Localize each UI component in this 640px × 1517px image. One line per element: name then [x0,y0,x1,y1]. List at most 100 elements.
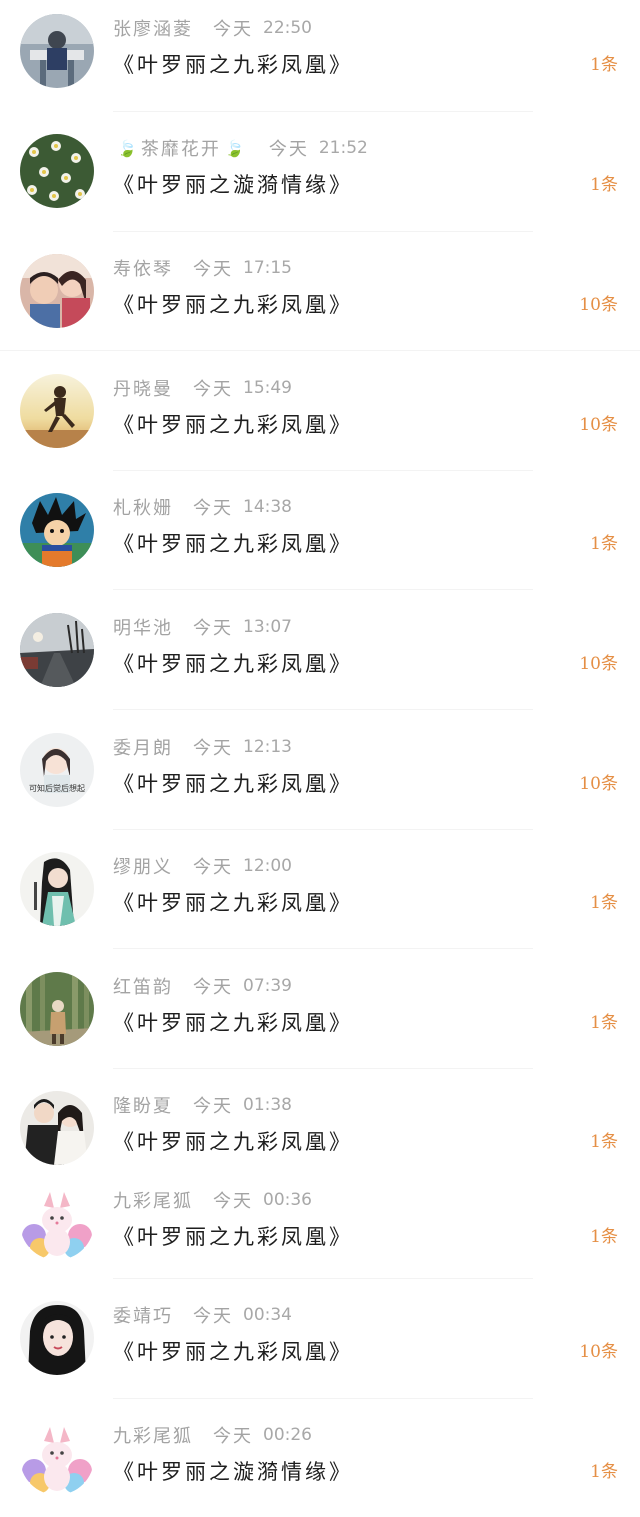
book-title: 《叶罗丽之九彩凤凰》 [113,293,353,317]
sender-name: 委靖巧 [113,1306,173,1327]
timestamp: 21:52 [318,138,368,158]
avatar[interactable] [20,852,94,926]
avatar[interactable] [20,613,94,687]
row-divider [0,350,640,351]
row-divider [113,1398,533,1399]
avatar-couple [20,1091,94,1165]
book-title: 《叶罗丽之九彩凤凰》 [113,53,353,77]
comment-count: 10条 [579,415,618,435]
avatar-girl-caption: 可知后觉后想起 [20,733,94,807]
timestamp: 12:13 [243,737,292,757]
timestamp: 17:15 [243,258,292,278]
row-divider [113,1068,533,1069]
row-divider [113,948,533,949]
day-label: 今天 [193,1306,233,1327]
timestamp: 13:07 [243,617,292,637]
comment-count: 1条 [590,1013,618,1033]
row-divider [113,111,533,112]
avatar[interactable] [20,254,94,328]
book-title: 《叶罗丽之漩漪情缘》 [113,1460,353,1484]
sender-name: 茶靡花开 [140,139,221,160]
avatar[interactable] [20,972,94,1046]
comment-count: 1条 [590,1132,618,1152]
book-title: 《叶罗丽之九彩凤凰》 [113,772,353,796]
book-title: 《叶罗丽之漩漪情缘》 [113,173,353,197]
comment-count: 1条 [590,175,618,195]
avatar-ancient-style [20,852,94,926]
list-item[interactable]: 明华池 今天 13:07 《叶罗丽之九彩凤凰》 10条 [0,613,640,709]
avatar[interactable] [20,1186,94,1260]
list-item[interactable]: 隆盼夏 今天 01:38 《叶罗丽之九彩凤凰》 1条 [0,1091,640,1187]
book-title: 《叶罗丽之九彩凤凰》 [113,532,353,556]
sender-name: 红笛韵 [113,977,173,998]
avatar[interactable] [20,1421,94,1495]
sender-name: 隆盼夏 [113,1096,173,1117]
list-item[interactable]: 寿依琴 今天 17:15 《叶罗丽之九彩凤凰》 10条 [0,254,640,350]
avatar[interactable] [20,1091,94,1165]
day-label: 今天 [193,738,233,759]
timestamp: 12:00 [243,856,292,876]
avatar-road-sky [20,613,94,687]
comment-count: 1条 [590,1462,618,1482]
comment-count: 1条 [590,55,618,75]
avatar-photo-desk [20,14,94,88]
avatar[interactable] [20,14,94,88]
list-item[interactable]: 九彩尾狐 今天 00:26 《叶罗丽之漩漪情缘》 1条 [0,1421,640,1517]
sender-name: 张廖涵菱 [113,19,193,40]
timestamp: 00:34 [243,1305,292,1325]
list-item[interactable]: 红笛韵 今天 07:39 《叶罗丽之九彩凤凰》 1条 [0,972,640,1068]
row-divider [113,231,533,232]
book-title: 《叶罗丽之九彩凤凰》 [113,413,353,437]
row-divider [113,829,533,830]
sender-name: 九彩尾狐 [113,1191,193,1212]
list-item[interactable]: 札秋姗 今天 14:38 《叶罗丽之九彩凤凰》 1条 [0,493,640,589]
day-label: 今天 [193,618,233,639]
row-divider [113,589,533,590]
list-item[interactable]: 丹晓曼 今天 15:49 《叶罗丽之九彩凤凰》 10条 [0,374,640,470]
list-item[interactable]: 缪朋义 今天 12:00 《叶罗丽之九彩凤凰》 1条 [0,852,640,948]
comment-count: 10条 [579,1342,618,1362]
avatar[interactable]: 可知后觉后想起 [20,733,94,807]
comment-count: 1条 [590,534,618,554]
timestamp: 22:50 [263,18,312,38]
list-item[interactable]: 委靖巧 今天 00:34 《叶罗丽之九彩凤凰》 10条 [0,1301,640,1397]
row-divider [113,470,533,471]
book-title: 《叶罗丽之九彩凤凰》 [113,1011,353,1035]
avatar-forest-walker [20,972,94,1046]
sender-name: 札秋姗 [113,498,173,519]
sender-name: 缪朋义 [113,857,173,878]
avatar-runner-sunset [20,374,94,448]
day-label: 今天 [193,977,233,998]
timestamp: 00:36 [263,1190,312,1210]
comment-count: 10条 [579,654,618,674]
avatar-fox [20,1186,94,1260]
list-item[interactable]: 🍃 茶靡花开 🍃 今天 21:52 《叶罗丽之漩漪情缘》 1条 [0,134,640,230]
day-label: 今天 [268,139,309,160]
avatar-cartoon-boy [20,493,94,567]
avatar[interactable] [20,493,94,567]
day-label: 今天 [193,498,233,519]
avatar-dark-hair-girl [20,1301,94,1375]
day-label: 今天 [193,379,233,400]
list-item[interactable]: 九彩尾狐 今天 00:36 《叶罗丽之九彩凤凰》 1条 [0,1186,640,1282]
sender-name: 明华池 [113,618,173,639]
comment-count: 1条 [590,1227,618,1247]
avatar-mother-child [20,254,94,328]
avatar[interactable] [20,374,94,448]
list-item[interactable]: 可知后觉后想起 委月朗 今天 12:13 《叶罗丽之九彩凤凰》 10条 [0,733,640,829]
avatar[interactable] [20,134,94,208]
comment-count: 1条 [590,893,618,913]
timestamp: 07:39 [243,976,292,996]
avatar-fox [20,1421,94,1495]
avatar[interactable] [20,1301,94,1375]
book-title: 《叶罗丽之九彩凤凰》 [113,891,353,915]
sender-name: 丹晓曼 [113,379,173,400]
day-label: 今天 [213,1191,253,1212]
day-label: 今天 [193,1096,233,1117]
book-title: 《叶罗丽之九彩凤凰》 [113,1130,353,1154]
list-item[interactable]: 张廖涵菱 今天 22:50 《叶罗丽之九彩凤凰》 1条 [0,14,640,110]
book-title: 《叶罗丽之九彩凤凰》 [113,1225,353,1249]
book-title: 《叶罗丽之九彩凤凰》 [113,652,353,676]
timestamp: 15:49 [243,378,292,398]
sender-name: 委月朗 [113,738,173,759]
